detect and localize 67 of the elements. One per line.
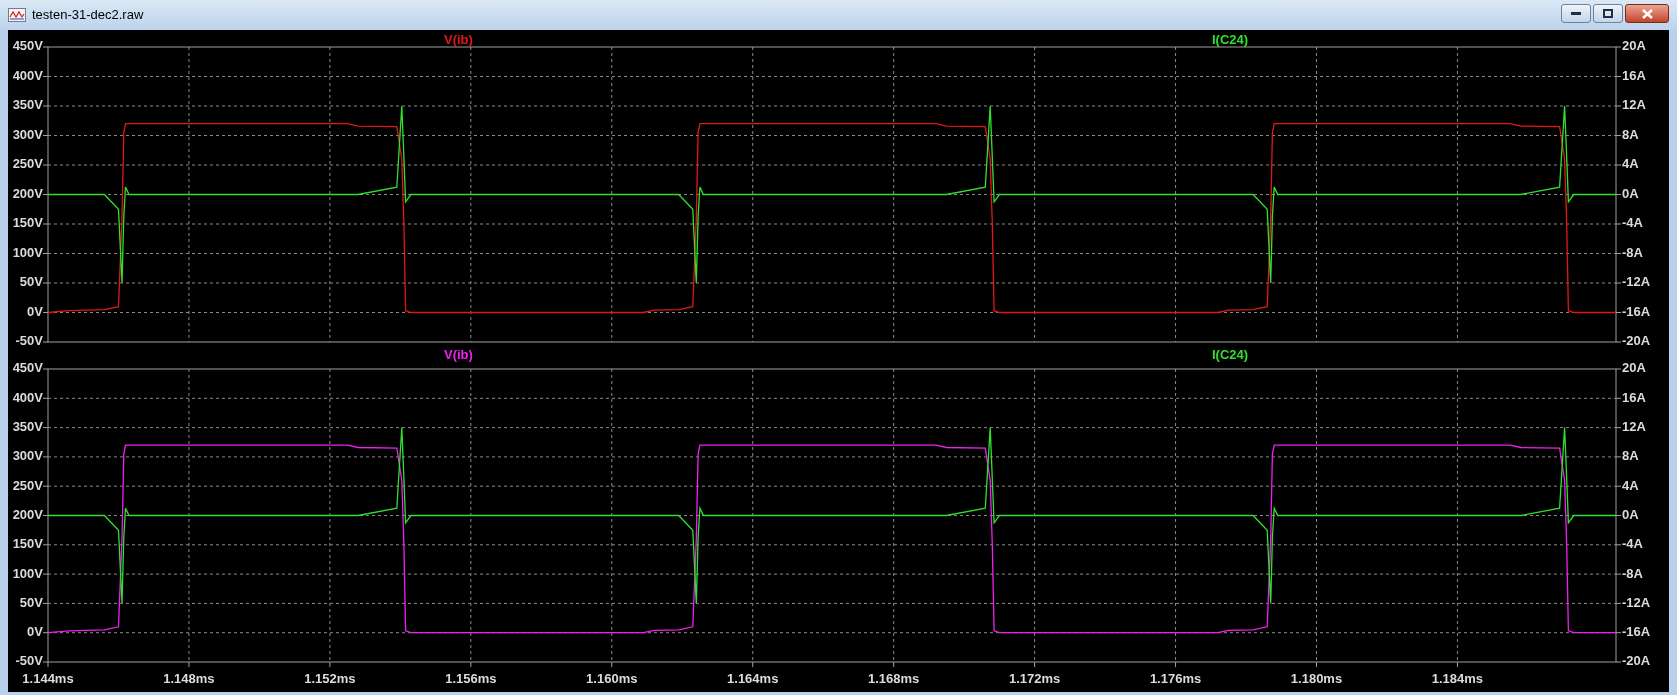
axis-tick-label: 350V bbox=[12, 419, 43, 435]
axis-tick-label: 250V bbox=[12, 156, 43, 172]
axis-tick-label: 1.184ms bbox=[1431, 671, 1484, 687]
axis-tick-label: -4A bbox=[1622, 536, 1643, 552]
axis-tick-label: 50V bbox=[19, 274, 43, 290]
waveform-icon bbox=[8, 8, 26, 22]
axis-tick-label: 20A bbox=[1622, 360, 1646, 376]
axis-tick-label: 1.168ms bbox=[868, 671, 920, 687]
axis-tick-label: 8A bbox=[1622, 448, 1639, 464]
axis-tick-label: 400V bbox=[12, 389, 43, 405]
axis-tick-label: 350V bbox=[12, 97, 43, 113]
axis-tick-label: 0V bbox=[27, 624, 43, 640]
maximize-button[interactable] bbox=[1593, 4, 1623, 23]
axis-tick-label: 450V bbox=[12, 38, 43, 54]
axis-tick-label: 12A bbox=[1622, 97, 1646, 113]
trace-label[interactable]: V(ib) bbox=[444, 32, 473, 47]
axis-tick-label: 1.160ms bbox=[586, 671, 638, 687]
axis-tick-label: 100V bbox=[12, 565, 43, 581]
axis-tick-label: -16A bbox=[1622, 303, 1651, 319]
axis-tick-label: 300V bbox=[12, 448, 43, 464]
axis-tick-label: 300V bbox=[12, 126, 43, 142]
axis-tick-label: 250V bbox=[12, 477, 43, 493]
axis-tick-label: -12A bbox=[1622, 594, 1651, 610]
axis-tick-label: 100V bbox=[12, 244, 43, 260]
axis-tick-label: 16A bbox=[1622, 389, 1646, 405]
axis-tick-label: 12A bbox=[1622, 419, 1646, 435]
close-button[interactable] bbox=[1625, 4, 1669, 23]
axis-tick-label: 0V bbox=[27, 303, 43, 319]
axis-tick-label: -8A bbox=[1622, 565, 1643, 581]
axis-tick-label: 150V bbox=[12, 215, 43, 231]
axis-tick-label: 1.176ms bbox=[1149, 671, 1202, 687]
axis-tick-label: 400V bbox=[12, 67, 43, 83]
axis-tick-label: 150V bbox=[12, 536, 43, 552]
axis-tick-label: 4A bbox=[1622, 477, 1639, 493]
axis-tick-label: 1.148ms bbox=[163, 671, 215, 687]
axis-tick-label: 1.152ms bbox=[304, 671, 356, 687]
axis-tick-label: 20A bbox=[1622, 38, 1646, 54]
axis-tick-label: 1.144ms bbox=[22, 671, 74, 687]
close-icon bbox=[1641, 8, 1653, 19]
axis-tick-label: 16A bbox=[1622, 67, 1646, 83]
axis-tick-label: -50V bbox=[15, 333, 43, 345]
axis-tick-label: -20A bbox=[1622, 653, 1651, 669]
axis-tick-label: 200V bbox=[12, 506, 43, 522]
axis-tick-label: 450V bbox=[12, 360, 43, 376]
minimize-icon bbox=[1571, 11, 1581, 16]
axis-tick-label: 1.164ms bbox=[727, 671, 779, 687]
window-title: testen-31-dec2.raw bbox=[32, 6, 144, 25]
minimize-button[interactable] bbox=[1561, 4, 1591, 23]
trace-label[interactable]: I(C24) bbox=[1212, 347, 1249, 362]
axis-tick-label: 0A bbox=[1622, 506, 1639, 522]
axis-tick-label: 1.156ms bbox=[445, 671, 497, 687]
axis-tick-label: -20A bbox=[1622, 333, 1651, 345]
axis-tick-label: -16A bbox=[1622, 624, 1651, 640]
axis-tick-label: 8A bbox=[1622, 126, 1639, 142]
axis-tick-label: -12A bbox=[1622, 274, 1651, 290]
axis-tick-label: 200V bbox=[12, 185, 43, 201]
axis-tick-label: 1.180ms bbox=[1290, 671, 1343, 687]
trace-label[interactable]: I(C24) bbox=[1212, 32, 1249, 47]
axis-tick-label: -8A bbox=[1622, 244, 1643, 260]
axis-tick-label: 4A bbox=[1622, 156, 1639, 172]
axis-tick-label: 0A bbox=[1622, 185, 1639, 201]
restore-icon bbox=[1603, 9, 1613, 18]
trace-label[interactable]: V(ib) bbox=[444, 347, 473, 362]
axis-tick-label: -50V bbox=[15, 653, 43, 669]
axis-tick-label: 50V bbox=[19, 594, 43, 610]
axis-tick-label: -4A bbox=[1622, 215, 1643, 231]
axis-tick-label: 1.172ms bbox=[1008, 671, 1061, 687]
